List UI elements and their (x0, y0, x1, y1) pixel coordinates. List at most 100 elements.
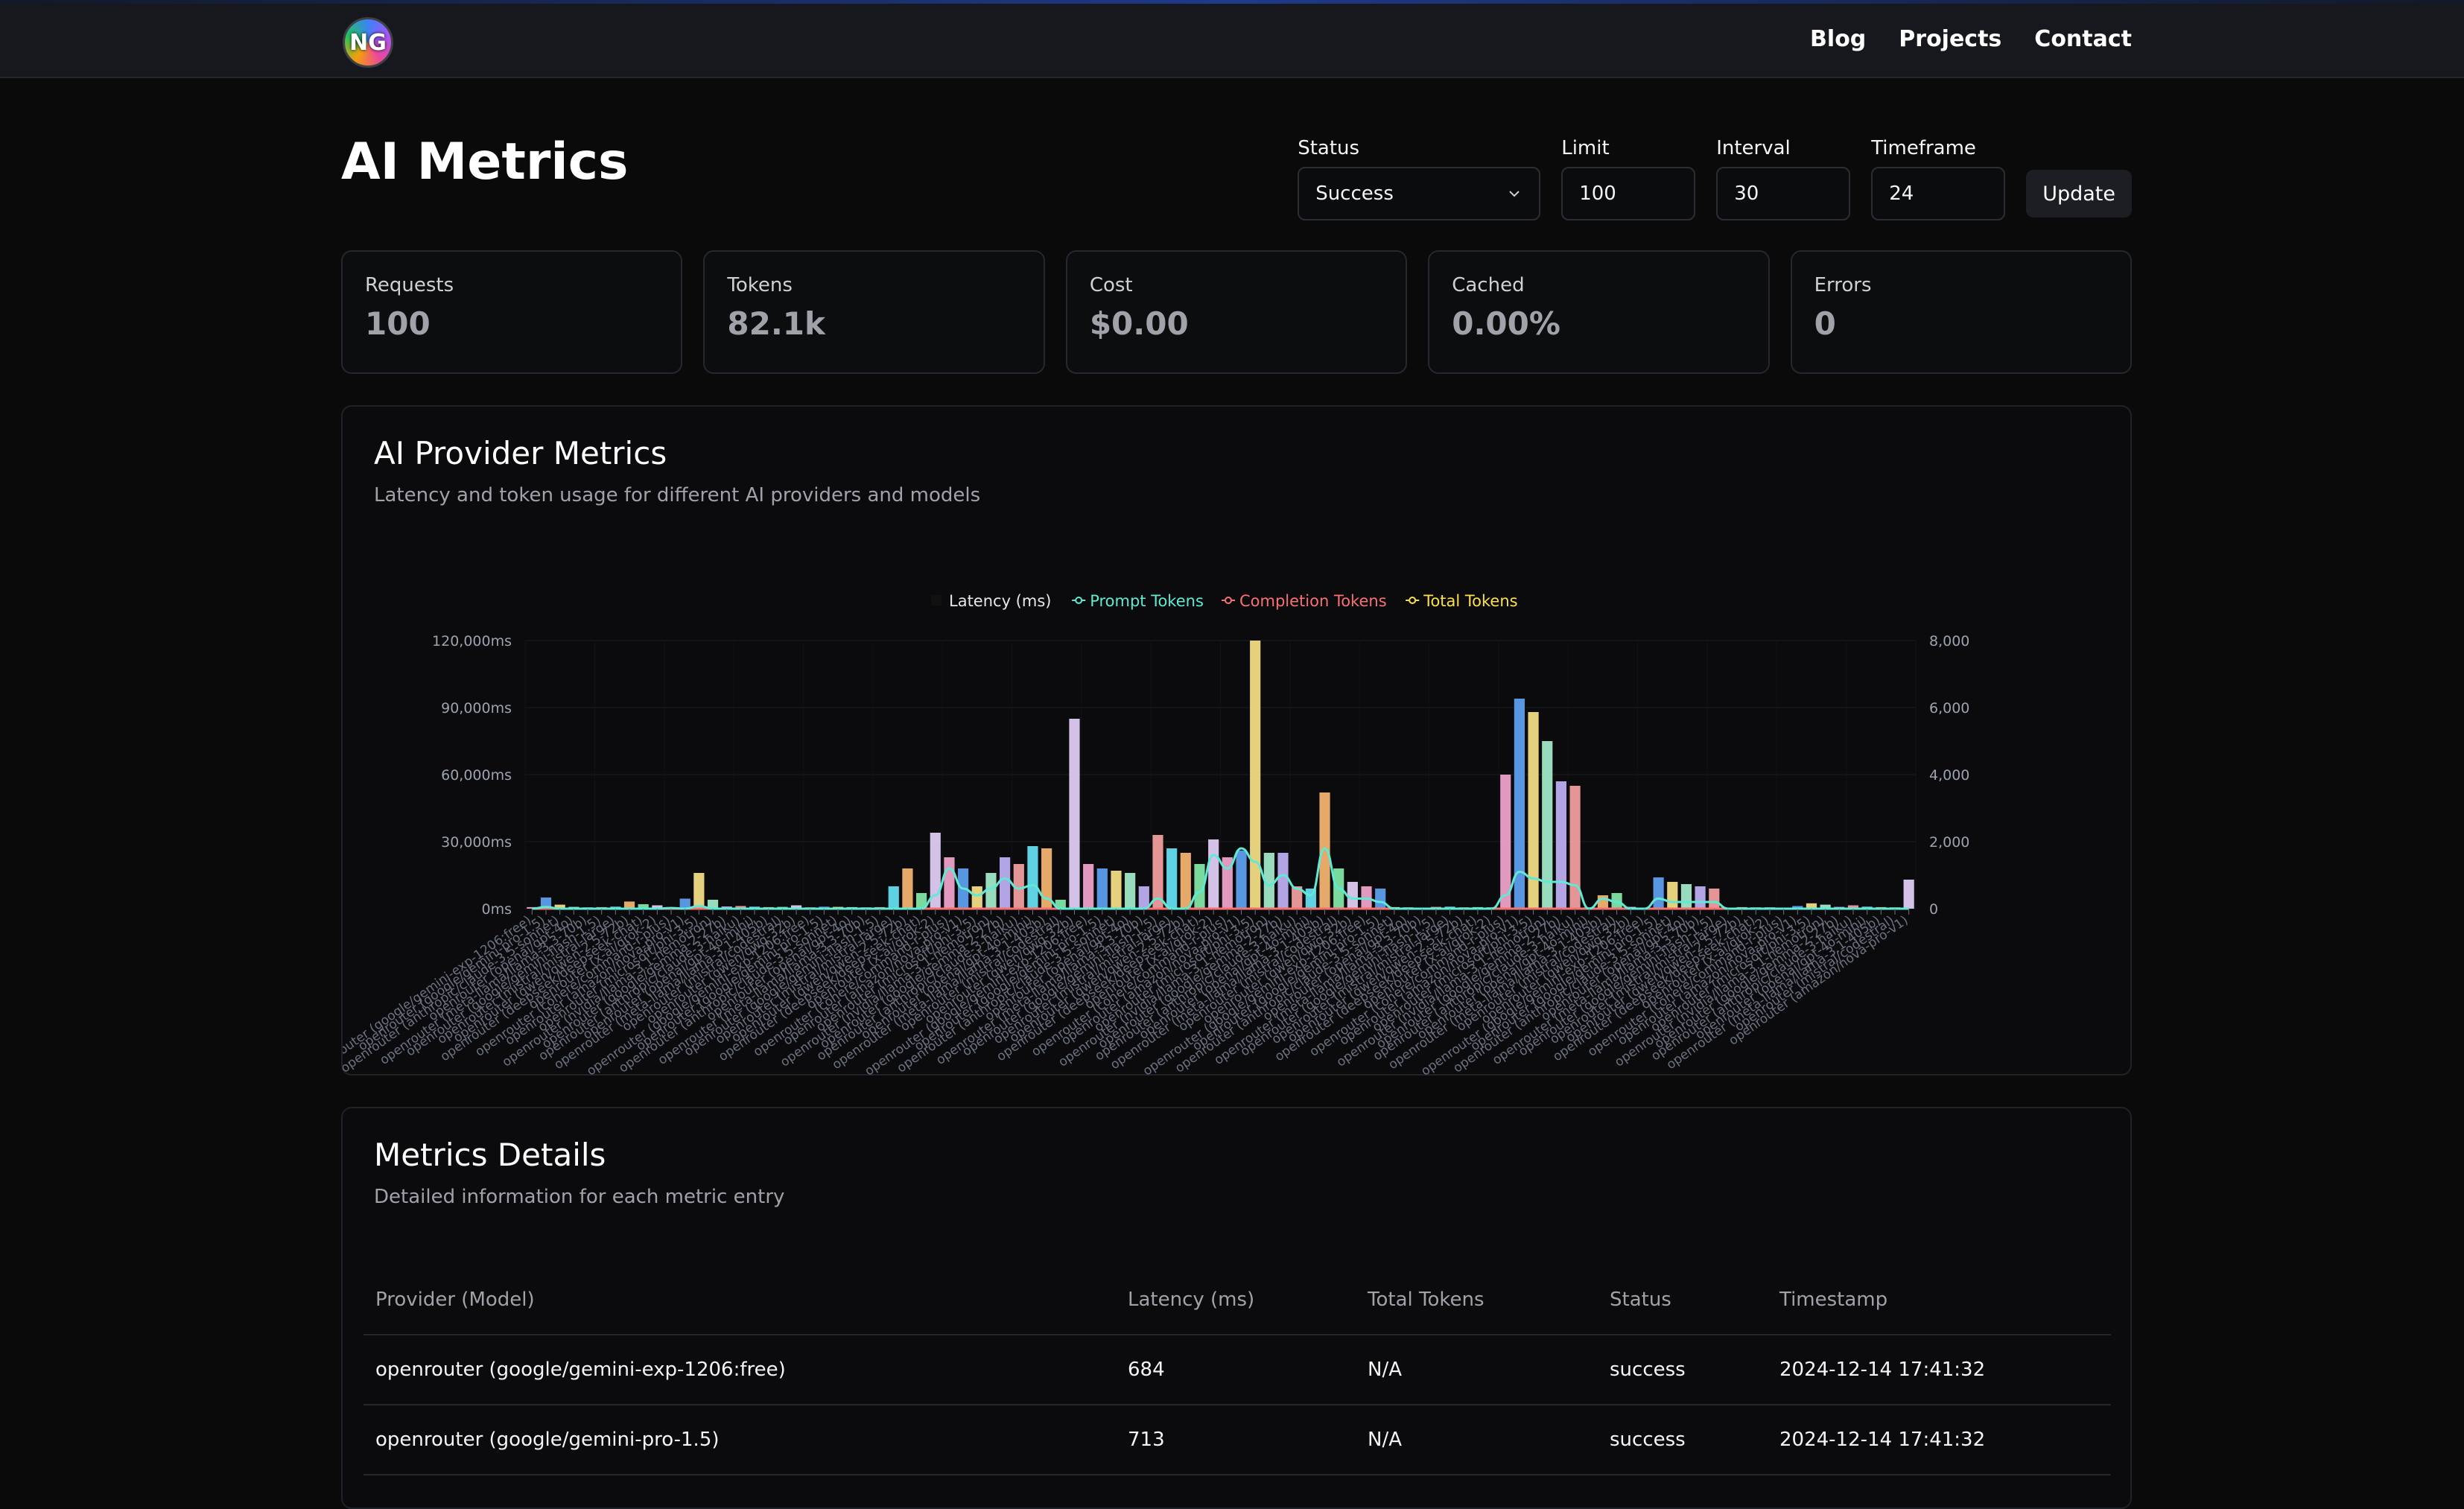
cell-status: success (1598, 1405, 1768, 1475)
col-header-latency[interactable]: Latency (ms) (1116, 1265, 1356, 1335)
col-header-provider[interactable]: Provider (Model) (363, 1265, 1116, 1335)
y-right-tick-label: 2,000 (1929, 834, 1969, 851)
legend-marker (1075, 597, 1083, 604)
stat-label: Cost (1089, 274, 1133, 296)
nav-link-blog[interactable]: Blog (1810, 26, 1866, 52)
col-header-total-tokens[interactable]: Total Tokens (1356, 1265, 1598, 1335)
latency-bar (1542, 741, 1553, 909)
latency-bar (1653, 877, 1664, 909)
latency-bar (985, 873, 997, 909)
latency-bar (1236, 851, 1247, 909)
legend-label: Completion Tokens (1239, 592, 1387, 610)
latency-bar (1111, 871, 1122, 909)
latency-bar (1000, 857, 1011, 909)
limit-filter: Limit 100 (1561, 137, 1696, 220)
status-label: Status (1298, 137, 1360, 159)
table-row[interactable]: openrouter (google/gemini-pro-1.5) 713 N… (363, 1405, 2111, 1475)
cell-total-tokens: N/A (1356, 1405, 1598, 1475)
timeframe-input[interactable]: 24 (1871, 167, 2006, 220)
interval-value: 30 (1734, 182, 1759, 205)
col-header-timestamp[interactable]: Timestamp (1768, 1265, 2111, 1335)
stat-value: $0.00 (1089, 305, 1189, 342)
cell-provider: openrouter (google/gemini-exp-1206:free) (363, 1335, 1116, 1405)
metrics-chart: 0ms 0 30,000ms 2,000 60,000ms 4,000 90,000ms 6,… (343, 592, 1969, 1077)
y-right-tick-label: 6,000 (1929, 700, 1969, 717)
legend-marker (1409, 597, 1417, 604)
stat-cards: Requests 100 Tokens 82.1k Cost $0.00 Cached… (341, 250, 2133, 374)
latency-bar (1709, 889, 1720, 909)
y-right-tick-label: 4,000 (1929, 767, 1969, 784)
latency-bar (1069, 719, 1080, 909)
latency-bar (1375, 889, 1386, 909)
latency-bar (1667, 882, 1678, 909)
limit-input[interactable]: 100 (1561, 167, 1696, 220)
timeframe-value: 24 (1889, 182, 1914, 205)
latency-bar (1138, 886, 1149, 909)
limit-label: Limit (1561, 137, 1610, 159)
metrics-table: Provider (Model) Latency (ms) Total Toke… (363, 1265, 2111, 1475)
update-button[interactable]: Update (2026, 170, 2132, 217)
table-header-row: Provider (Model) Latency (ms) Total Toke… (363, 1265, 2111, 1335)
cell-timestamp: 2024-12-14 17:41:32 (1768, 1405, 2111, 1475)
logo-avatar[interactable]: NG (343, 17, 393, 68)
stat-value: 82.1k (727, 305, 825, 342)
stat-label: Errors (1814, 274, 1872, 296)
limit-value: 100 (1579, 182, 1616, 205)
nav-links: Blog Projects Contact (1810, 26, 2132, 52)
latency-bar (1555, 781, 1567, 909)
cell-total-tokens: N/A (1356, 1335, 1598, 1405)
y-left-tick-label: 30,000ms (441, 834, 512, 851)
latency-bar (1597, 895, 1609, 909)
status-select-value: Success (1315, 182, 1394, 205)
legend-label: Total Tokens (1423, 592, 1517, 610)
table-row[interactable]: openrouter (google/gemini-exp-1206:free)… (363, 1335, 2111, 1405)
y-right-tick-label: 8,000 (1929, 633, 1969, 649)
col-header-status[interactable]: Status (1598, 1265, 1768, 1335)
y-left-tick-label: 60,000ms (441, 767, 512, 784)
interval-input[interactable]: 30 (1716, 167, 1851, 220)
y-right-tick-label: 0 (1929, 901, 1938, 918)
legend-label: Latency (ms) (949, 592, 1051, 610)
latency-bar (1347, 882, 1358, 909)
timeframe-filter: Timeframe 24 (1871, 137, 2006, 220)
latency-bar (1903, 880, 1914, 909)
stat-value: 100 (365, 305, 431, 342)
latency-bar (1125, 873, 1136, 909)
latency-bar (902, 868, 913, 909)
details-card: Metrics Details Detailed information for… (341, 1107, 2132, 1509)
latency-bar (1027, 846, 1038, 909)
legend-label: Prompt Tokens (1090, 592, 1204, 610)
latency-bar (1208, 839, 1219, 909)
chart-card: AI Provider Metrics Latency and token us… (341, 405, 2132, 1077)
status-select[interactable]: Success (1298, 167, 1541, 220)
cell-timestamp: 2024-12-14 17:41:32 (1768, 1335, 2111, 1405)
latency-bar (693, 873, 705, 909)
page-title: AI Metrics (341, 133, 629, 191)
logo-text: NG (349, 29, 387, 56)
latency-bar (1695, 886, 1706, 909)
latency-bar (971, 886, 982, 909)
stat-value: 0 (1814, 305, 1836, 342)
y-left-tick-label: 0ms (482, 901, 512, 918)
nav-link-contact[interactable]: Contact (2034, 26, 2132, 52)
details-title: Metrics Details (374, 1137, 606, 1173)
nav-link-projects[interactable]: Projects (1899, 26, 2001, 52)
stat-card-cached: Cached 0.00% (1428, 250, 1770, 374)
filter-bar: Status Success Limit 100 Interval 30 Tim… (1298, 137, 2132, 220)
latency-bar (1500, 775, 1511, 909)
navbar: NG Blog Projects Contact (0, 4, 2464, 78)
stat-card-requests: Requests 100 (341, 250, 683, 374)
legend-swatch (931, 595, 942, 606)
y-left-tick-label: 120,000ms (432, 633, 512, 649)
stat-card-tokens: Tokens 82.1k (703, 250, 1045, 374)
latency-bar (888, 886, 899, 909)
cell-latency: 684 (1116, 1335, 1356, 1405)
status-filter: Status Success (1298, 137, 1541, 220)
chevron-down-icon (1509, 191, 1520, 197)
cell-provider: openrouter (google/gemini-pro-1.5) (363, 1405, 1116, 1475)
cell-status: success (1598, 1335, 1768, 1405)
latency-bar (1680, 884, 1692, 909)
stat-label: Tokens (727, 274, 793, 296)
stat-value: 0.00% (1452, 305, 1560, 342)
legend-marker (1225, 597, 1232, 604)
